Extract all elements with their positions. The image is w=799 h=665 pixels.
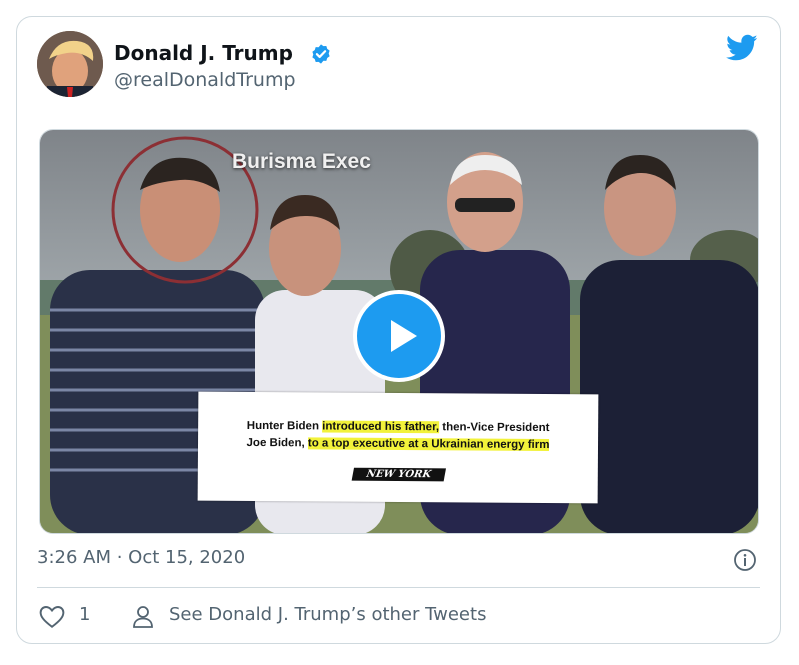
news-caption: Hunter Biden introduced his father, then…	[197, 391, 599, 504]
divider	[37, 587, 760, 588]
person-icon	[133, 606, 153, 628]
like-count: 1	[79, 604, 91, 625]
see-other-tweets-link[interactable]: See Donald J. Trump’s other Tweets	[169, 604, 486, 625]
tweet-card: Donald J. Trump @realDonaldTrump Burisma…	[16, 16, 781, 644]
verified-badge-icon	[312, 44, 330, 64]
heart-icon[interactable]	[39, 605, 65, 629]
caption-line-1: Hunter Biden introduced his father, then…	[246, 419, 550, 435]
twitter-bird-icon[interactable]	[726, 34, 758, 62]
avatar[interactable]	[37, 31, 103, 97]
info-icon[interactable]	[733, 548, 757, 572]
tweet-timestamp[interactable]: 3:26 AM · Oct 15, 2020	[37, 547, 245, 568]
author-name[interactable]: Donald J. Trump	[114, 40, 293, 66]
play-button[interactable]	[353, 290, 445, 382]
overlay-label: Burisma Exec	[232, 150, 371, 173]
caption-line-2: Joe Biden, to a top executive at a Ukrai…	[246, 436, 550, 452]
source-logo: NEW YORK POST	[351, 467, 447, 493]
play-icon	[391, 320, 417, 352]
author-handle[interactable]: @realDonaldTrump	[114, 68, 296, 92]
video-player[interactable]: Burisma Exec Hunter Biden introduced his…	[39, 129, 759, 534]
